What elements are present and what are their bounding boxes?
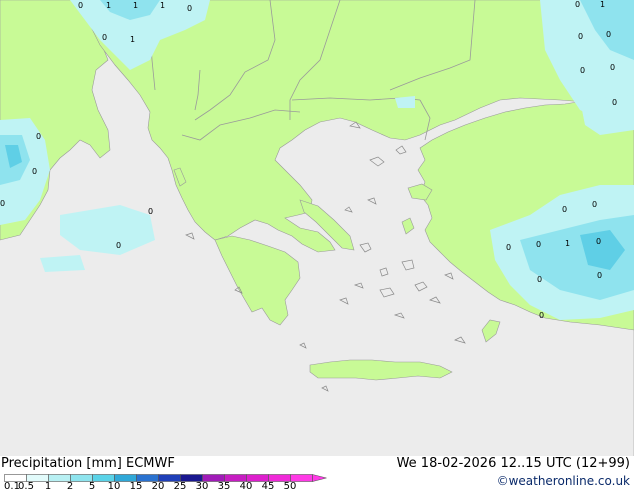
- marker: 1: [106, 1, 111, 10]
- marker: 0: [575, 0, 580, 9]
- marker: 0: [148, 207, 153, 216]
- map-footer: Precipitation [mm] ECMWF We 18-02-2026 1…: [0, 456, 634, 492]
- marker: 0: [0, 199, 5, 208]
- valid-time: We 18-02-2026 12..15 UTC (12+99): [396, 456, 630, 471]
- marker: 0: [539, 311, 544, 320]
- legend-label: 10: [107, 481, 121, 492]
- marker: 0: [537, 275, 542, 284]
- marker: 0: [506, 243, 511, 252]
- legend-label: 1: [44, 481, 52, 492]
- legend-label: 45: [261, 481, 275, 492]
- marker: 1: [600, 0, 605, 9]
- marker: 0: [597, 271, 602, 280]
- marker: 0: [102, 33, 107, 42]
- legend-label: 15: [129, 481, 143, 492]
- legend-label: 40: [239, 481, 253, 492]
- marker: 0: [32, 167, 37, 176]
- marker: 1: [130, 35, 135, 44]
- marker: 0: [578, 32, 583, 41]
- marker: 0: [592, 200, 597, 209]
- legend-label: 0.5: [18, 481, 34, 492]
- marker: 0: [610, 63, 615, 72]
- legend-label: 20: [151, 481, 165, 492]
- marker: 0: [116, 241, 121, 250]
- marker: 1: [565, 239, 570, 248]
- marker: 0: [606, 30, 611, 39]
- legend-label: 5: [88, 481, 96, 492]
- marker: 0: [187, 4, 192, 13]
- marker: 0: [78, 1, 83, 10]
- marker: 0: [562, 205, 567, 214]
- precipitation-map: 0 1 1 1 1 0 0 0 0 0 1 0 0 0 0 0 0 0 0 1 …: [0, 0, 634, 456]
- map-title: Precipitation [mm] ECMWF: [1, 456, 175, 471]
- marker: 0: [596, 237, 601, 246]
- legend-arrow: [312, 474, 327, 482]
- legend-label: 30: [195, 481, 209, 492]
- marker: 0: [612, 98, 617, 107]
- marker: 1: [160, 1, 165, 10]
- legend-label: 2: [66, 481, 74, 492]
- marker: 0: [580, 66, 585, 75]
- legend-label: 25: [173, 481, 187, 492]
- legend-label: 50: [283, 481, 297, 492]
- credit-link[interactable]: ©weatheronline.co.uk: [497, 474, 630, 488]
- legend-label: 35: [217, 481, 231, 492]
- marker: 0: [536, 240, 541, 249]
- marker: 1: [133, 1, 138, 10]
- marker: 0: [36, 132, 41, 141]
